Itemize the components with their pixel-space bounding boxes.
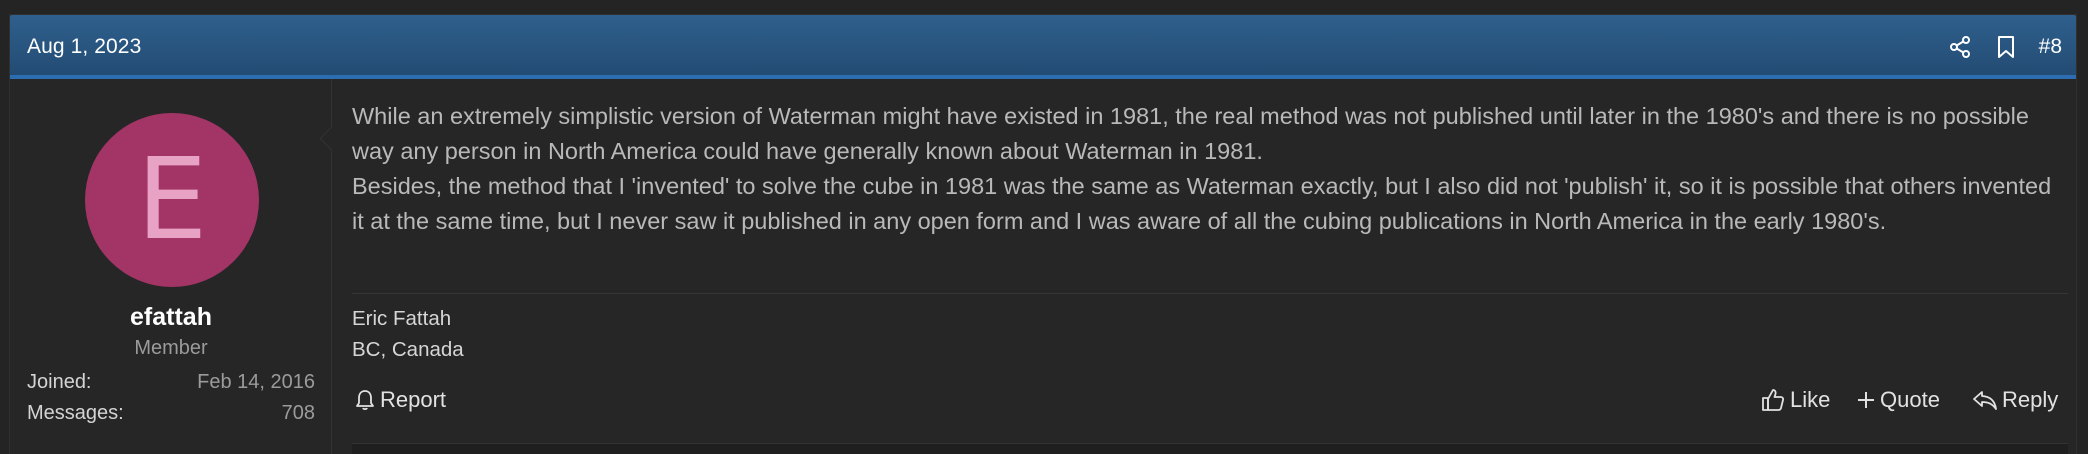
share-icon[interactable] [1946,33,1974,61]
user-title: Member [134,337,208,359]
forum-post: Aug 1, 2023 #8 E efattah Member Joined: … [9,14,2077,454]
messages-stat: Messages: 708 [27,402,315,425]
like-button[interactable]: Like [1760,387,1830,413]
signature: Eric Fattah BC, Canada [352,303,464,365]
joined-label: Joined: [27,371,92,393]
messages-value[interactable]: 708 [282,402,315,425]
thumbs-up-icon [1760,387,1786,413]
quote-button[interactable]: Quote [1856,387,1940,413]
post-header: Aug 1, 2023 #8 [10,15,2076,79]
signature-line: Eric Fattah [352,307,452,330]
reply-button[interactable]: Reply [1972,387,2058,413]
username[interactable]: efattah [10,303,332,332]
joined-stat: Joined: Feb 14, 2016 [27,371,315,394]
post-number[interactable]: #8 [2039,35,2062,59]
message-body: While an extremely simplistic version of… [352,99,2068,239]
message-paragraph: While an extremely simplistic version of… [352,103,2029,164]
bell-icon [354,388,376,412]
avatar[interactable]: E [85,113,259,287]
quote-label: Quote [1880,387,1940,412]
post-date[interactable]: Aug 1, 2023 [27,35,141,59]
reply-label: Reply [2002,387,2059,412]
page: Aug 1, 2023 #8 E efattah Member Joined: … [0,0,2088,454]
messages-label: Messages: [27,402,124,424]
message-paragraph: Besides, the method that I 'invented' to… [352,173,2052,234]
signature-divider [352,293,2068,294]
plus-icon [1856,390,1876,410]
avatar-letter: E [136,135,208,265]
report-label: Report [380,387,447,412]
joined-value: Feb 14, 2016 [197,371,315,393]
user-info-cell: E efattah Member Joined: Feb 14, 2016 Me… [10,79,332,454]
signature-line: BC, Canada [352,338,464,361]
quick-reply-area[interactable] [352,443,2068,454]
bookmark-icon[interactable] [1992,33,2020,61]
reply-icon [1972,388,1998,412]
report-button[interactable]: Report [354,387,446,413]
like-label: Like [1790,387,1831,412]
